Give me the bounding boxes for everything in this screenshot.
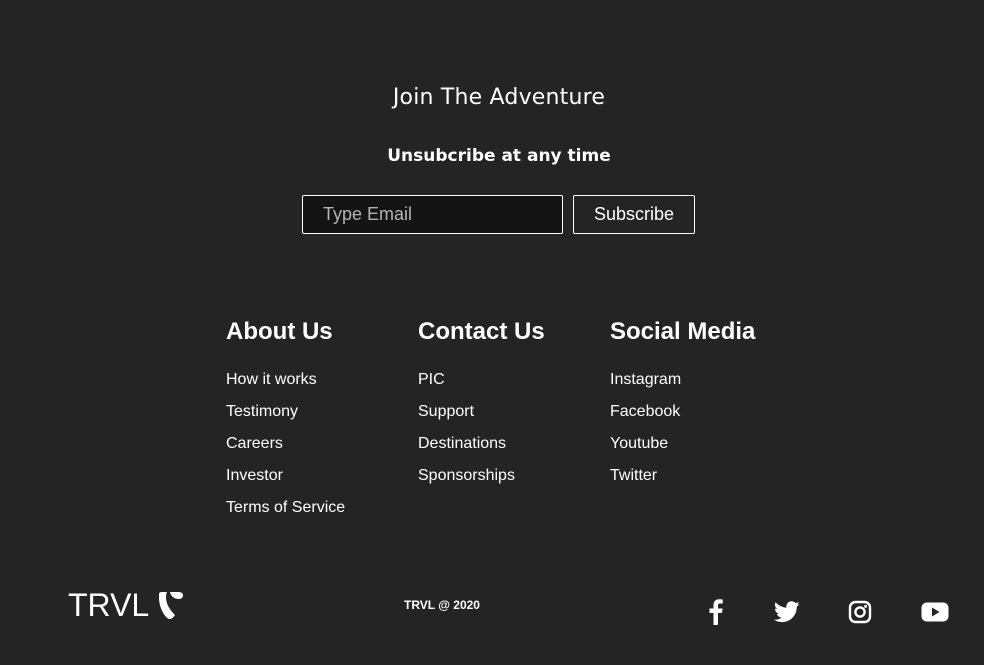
typo3-icon <box>157 591 184 620</box>
link-youtube[interactable]: Youtube <box>610 428 755 460</box>
link-facebook[interactable]: Facebook <box>610 396 755 428</box>
email-input[interactable] <box>302 195 563 234</box>
youtube-icon[interactable] <box>918 597 952 627</box>
link-destinations[interactable]: Destinations <box>418 428 545 460</box>
copyright-text: TRVL @ 2020 <box>404 598 480 612</box>
link-investor[interactable]: Investor <box>226 460 345 492</box>
instagram-icon[interactable] <box>846 597 874 627</box>
column-title-contact-us: Contact Us <box>418 318 545 345</box>
link-careers[interactable]: Careers <box>226 428 345 460</box>
link-pic[interactable]: PIC <box>418 364 545 396</box>
link-support[interactable]: Support <box>418 396 545 428</box>
subscription-heading: Join The Adventure <box>392 85 606 110</box>
footer-logo[interactable]: TRVL <box>68 588 184 622</box>
social-media-column: Social Media Instagram Facebook Youtube … <box>610 318 755 492</box>
logo-text: TRVL <box>68 587 150 623</box>
link-testimony[interactable]: Testimony <box>226 396 345 428</box>
link-instagram[interactable]: Instagram <box>610 364 755 396</box>
twitter-icon[interactable] <box>772 597 802 627</box>
link-sponsorships[interactable]: Sponsorships <box>418 460 545 492</box>
link-how-it-works[interactable]: How it works <box>226 364 345 396</box>
subscription-subtext: Unsubcribe at any time <box>387 146 611 166</box>
contact-us-column: Contact Us PIC Support Destinations Spon… <box>418 318 545 492</box>
link-terms-of-service[interactable]: Terms of Service <box>226 492 345 524</box>
about-us-column: About Us How it works Testimony Careers … <box>226 318 345 524</box>
subscribe-button[interactable]: Subscribe <box>573 195 695 234</box>
facebook-icon[interactable] <box>704 597 728 627</box>
link-twitter[interactable]: Twitter <box>610 460 755 492</box>
column-title-social-media: Social Media <box>610 318 756 345</box>
column-title-about-us: About Us <box>226 318 333 345</box>
